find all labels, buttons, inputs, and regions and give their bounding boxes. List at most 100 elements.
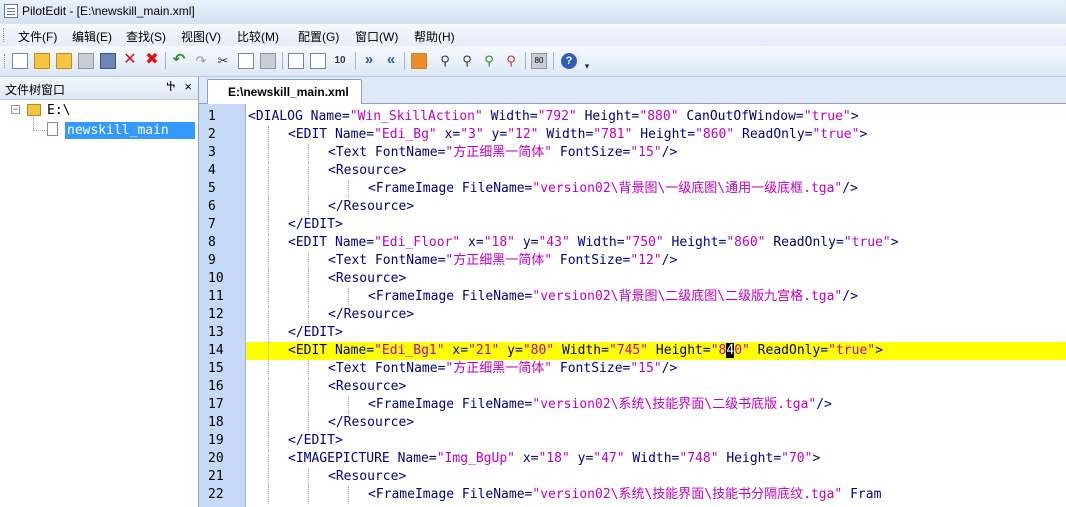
indent-guide xyxy=(348,486,349,504)
close-pane-icon[interactable]: × xyxy=(184,79,192,94)
code-token: <Resource> xyxy=(328,163,407,178)
toolbar-overflow-icon[interactable]: ▾ xyxy=(582,58,592,74)
toolbar-separator xyxy=(355,52,356,70)
menu-window[interactable]: 窗口(W) xyxy=(355,28,398,45)
code-token: FileName= xyxy=(461,289,533,304)
code-token: "version02\系统\技能界面\技能书分隔底纹.tga" xyxy=(532,487,843,502)
code-token: </EDIT> xyxy=(288,325,343,340)
code-line[interactable]: <EDIT Name="Edi_Bg1" x="21" y="80" Width… xyxy=(246,342,1066,360)
code-line[interactable]: <Text FontName="方正细黑一简体" FontSize="15"/> xyxy=(246,144,1066,162)
open-file-icon[interactable] xyxy=(34,53,50,69)
code-token: "745" xyxy=(608,343,649,358)
code-line[interactable]: <Text FontName="方正细黑一简体" FontSize="12"/> xyxy=(246,252,1066,270)
tree-collapse-icon[interactable]: − xyxy=(11,105,20,114)
line-number: 22 xyxy=(208,487,224,502)
menu-compare[interactable]: 比较(M) xyxy=(237,28,279,45)
toolbar-separator xyxy=(525,52,526,70)
indent-guide xyxy=(348,180,349,198)
code-token: </EDIT> xyxy=(288,217,343,232)
code-token: <Text xyxy=(328,145,375,160)
menu-find[interactable]: 查找(S) xyxy=(126,28,166,45)
menu-help[interactable]: 帮助(H) xyxy=(414,28,455,45)
code-line[interactable]: </EDIT> xyxy=(246,216,1066,234)
code-token: "15" xyxy=(630,361,662,376)
indent-guide xyxy=(268,198,269,216)
code-line[interactable]: </Resource> xyxy=(246,306,1066,324)
tree-connector xyxy=(33,130,45,131)
code-line[interactable]: <IMAGEPICTURE Name="Img_BgUp" x="18" y="… xyxy=(246,450,1066,468)
code-line[interactable]: <Resource> xyxy=(246,162,1066,180)
code-line[interactable]: </EDIT> xyxy=(246,432,1066,450)
code-line[interactable]: </Resource> xyxy=(246,198,1066,216)
code-line[interactable]: <FrameImage FileName="version02\系统\技能界面\… xyxy=(246,486,1066,504)
undo-icon[interactable]: ↶ xyxy=(171,52,187,69)
open-folder-icon[interactable] xyxy=(56,53,72,69)
close-all-icon[interactable]: ✖ xyxy=(144,52,160,69)
line-number: 14 xyxy=(208,343,224,358)
bookmark-icon[interactable] xyxy=(411,53,427,69)
code-line[interactable]: <FrameImage FileName="version02\系统\技能界面\… xyxy=(246,396,1066,414)
code-line[interactable]: <EDIT Name="Edi_Floor" x="18" y="43" Wid… xyxy=(246,234,1066,252)
code-token: Name= xyxy=(334,235,375,250)
code-line[interactable]: <Resource> xyxy=(246,378,1066,396)
find-in-files-icon[interactable]: ⚲ xyxy=(459,53,475,69)
replace-in-files-icon[interactable]: ⚲ xyxy=(481,53,497,69)
code-line[interactable]: </Resource> xyxy=(246,414,1066,432)
code-line[interactable]: <FrameImage FileName="version02\背景图\二级底图… xyxy=(246,288,1066,306)
code-token: ReadOnly= xyxy=(765,235,844,250)
tree-file-item[interactable]: newskill_main xyxy=(65,122,195,139)
save-icon[interactable] xyxy=(78,53,94,69)
indent-guide xyxy=(268,432,269,450)
toolbar: ✕ ✖ ↶ ↷ ✂ 10 » « ⚲ ⚲ ⚲ ⚲ 80 ? ▾ xyxy=(0,46,1066,77)
pin-icon[interactable]: Ⴕ xyxy=(166,80,175,94)
outdent-icon[interactable]: « xyxy=(383,52,399,69)
line-number: 21 xyxy=(208,469,224,484)
code-line[interactable]: <Resource> xyxy=(246,270,1066,288)
close-icon[interactable]: ✕ xyxy=(122,52,138,69)
line-number: 11 xyxy=(208,289,224,304)
hex-icon[interactable]: 80 xyxy=(531,53,547,69)
filter-icon[interactable]: ⚲ xyxy=(503,53,519,69)
menu-file[interactable]: 文件(F) xyxy=(18,28,57,45)
indent-guide xyxy=(308,468,309,486)
help-icon[interactable]: ? xyxy=(561,53,577,69)
tab-newskill-main[interactable]: E:\newskill_main.xml xyxy=(207,79,362,104)
menu-view[interactable]: 视图(V) xyxy=(181,28,221,45)
app-icon xyxy=(4,4,18,18)
menu-edit[interactable]: 编辑(E) xyxy=(72,28,112,45)
toolbar-separator xyxy=(282,52,283,70)
code-token: Width= xyxy=(624,451,680,466)
folder-icon xyxy=(27,104,41,116)
paste-icon[interactable] xyxy=(260,53,276,69)
code-line[interactable]: <Resource> xyxy=(246,468,1066,486)
copy-icon[interactable] xyxy=(238,53,254,69)
replace-icon[interactable]: 10 xyxy=(332,53,348,69)
code-line[interactable]: <Text FontName="方正细黑一简体" FontSize="15"/> xyxy=(246,360,1066,378)
code-token: "860" xyxy=(726,235,766,250)
tree-root-label[interactable]: E:\ xyxy=(47,103,70,118)
menu-config[interactable]: 配置(G) xyxy=(298,28,339,45)
code-editor[interactable]: 1 2 3 4 5 6 7 8 9 10 11 12 13 14 15 16 17 18 19 20 21 22 <DIA… xyxy=(199,104,1066,507)
code-token: "18" xyxy=(483,235,515,250)
redo-icon[interactable]: ↷ xyxy=(193,53,209,69)
code-line[interactable]: </EDIT> xyxy=(246,324,1066,342)
code-token: "方正细黑一简体" xyxy=(445,361,553,376)
code-line[interactable]: <DIALOG Name="Win_SkillAction" Width="79… xyxy=(246,108,1066,126)
save-all-icon[interactable] xyxy=(100,53,116,69)
code-area[interactable]: <DIALOG Name="Win_SkillAction" Width="79… xyxy=(246,104,1066,507)
code-token: <FrameImage xyxy=(368,487,462,502)
new-file-icon[interactable] xyxy=(12,53,28,69)
code-line[interactable]: <FrameImage FileName="version02\背景图\一级底图… xyxy=(246,180,1066,198)
code-line[interactable]: <EDIT Name="Edi_Bg" x="3" y="12" Width="… xyxy=(246,126,1066,144)
code-token: Height= xyxy=(718,451,782,466)
code-token: "方正细黑一简体" xyxy=(445,253,553,268)
find-icon[interactable] xyxy=(288,53,304,69)
line-number: 13 xyxy=(208,325,224,340)
code-token: /> xyxy=(816,397,832,412)
binoculars-icon[interactable]: ⚲ xyxy=(437,53,453,69)
code-token: <IMAGEPICTURE xyxy=(288,451,398,466)
find-next-icon[interactable] xyxy=(310,53,326,69)
code-token: <FrameImage xyxy=(368,397,462,412)
indent-icon[interactable]: » xyxy=(361,52,377,69)
cut-icon[interactable]: ✂ xyxy=(215,53,231,69)
